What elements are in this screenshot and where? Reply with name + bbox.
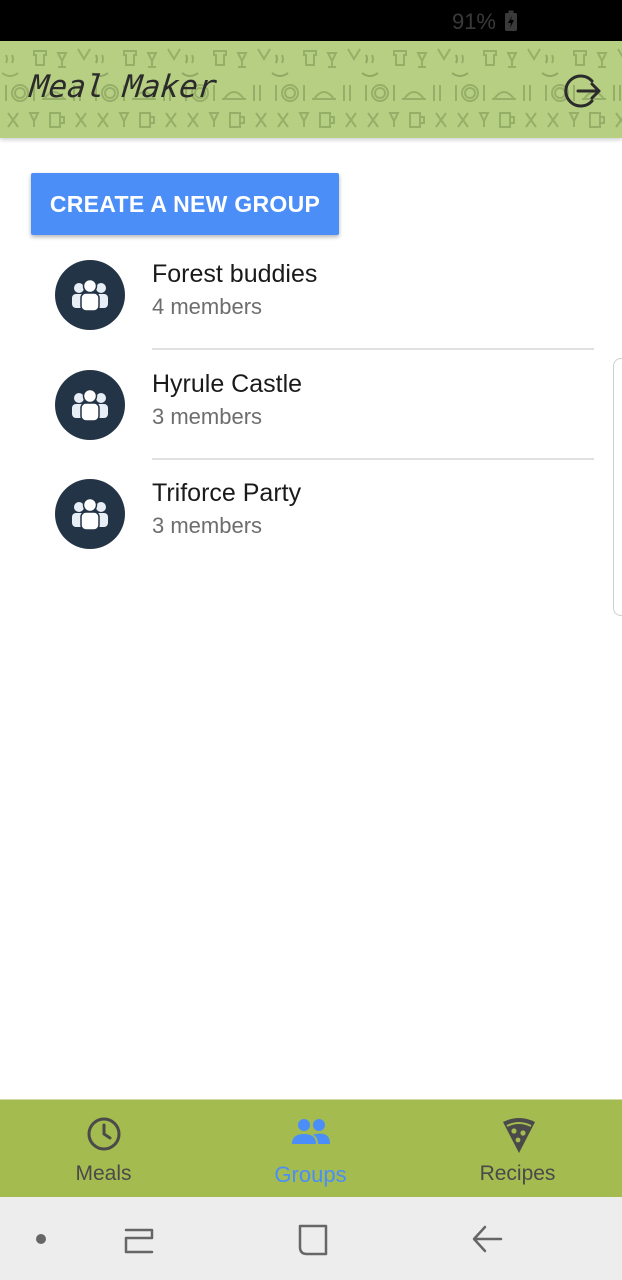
tab-recipes-label: Recipes bbox=[479, 1162, 556, 1185]
tab-groups-label: Groups bbox=[274, 1162, 347, 1187]
pizza-icon bbox=[503, 1118, 535, 1153]
app-bar: Meal Maker bbox=[0, 41, 622, 138]
group-list-item[interactable]: Forest buddies 4 members bbox=[0, 250, 622, 358]
create-new-group-button[interactable]: CREATE A NEW GROUP bbox=[31, 173, 339, 235]
group-icon bbox=[72, 278, 108, 312]
bottom-navigation: Meals Groups Recipes bbox=[0, 1099, 622, 1198]
edge-panel-handle[interactable] bbox=[613, 358, 622, 616]
app-title: Meal Maker bbox=[28, 69, 219, 105]
dot-icon[interactable] bbox=[35, 1233, 47, 1245]
system-navigation-bar bbox=[0, 1197, 622, 1280]
group-name: Forest buddies bbox=[152, 260, 318, 288]
back-icon[interactable] bbox=[471, 1223, 505, 1255]
group-list-item[interactable]: Hyrule Castle 3 members bbox=[0, 360, 622, 468]
group-name: Hyrule Castle bbox=[152, 370, 303, 398]
home-icon[interactable] bbox=[297, 1223, 329, 1257]
group-member-count: 4 members bbox=[152, 294, 263, 319]
status-bar: 91% bbox=[0, 0, 622, 41]
group-icon bbox=[72, 497, 108, 531]
tab-groups[interactable]: Groups bbox=[207, 1100, 414, 1198]
group-list-item[interactable]: Triforce Party 3 members bbox=[0, 469, 622, 577]
people-icon bbox=[292, 1119, 330, 1144]
tab-meals[interactable]: Meals bbox=[0, 1100, 207, 1198]
group-member-count: 3 members bbox=[152, 404, 263, 429]
battery-percentage: 91% bbox=[451, 9, 496, 34]
list-divider bbox=[152, 348, 594, 350]
group-avatar bbox=[55, 479, 125, 549]
recent-apps-icon[interactable] bbox=[122, 1224, 156, 1256]
group-name: Triforce Party bbox=[152, 479, 302, 507]
tab-recipes[interactable]: Recipes bbox=[414, 1100, 621, 1198]
tab-meals-label: Meals bbox=[75, 1162, 132, 1185]
clock-icon bbox=[87, 1117, 121, 1151]
group-avatar bbox=[55, 370, 125, 440]
group-avatar bbox=[55, 260, 125, 330]
group-icon bbox=[72, 388, 108, 422]
logout-icon[interactable] bbox=[562, 71, 602, 111]
list-divider bbox=[152, 458, 594, 460]
battery-charging-icon bbox=[505, 10, 517, 31]
group-member-count: 3 members bbox=[152, 513, 263, 538]
